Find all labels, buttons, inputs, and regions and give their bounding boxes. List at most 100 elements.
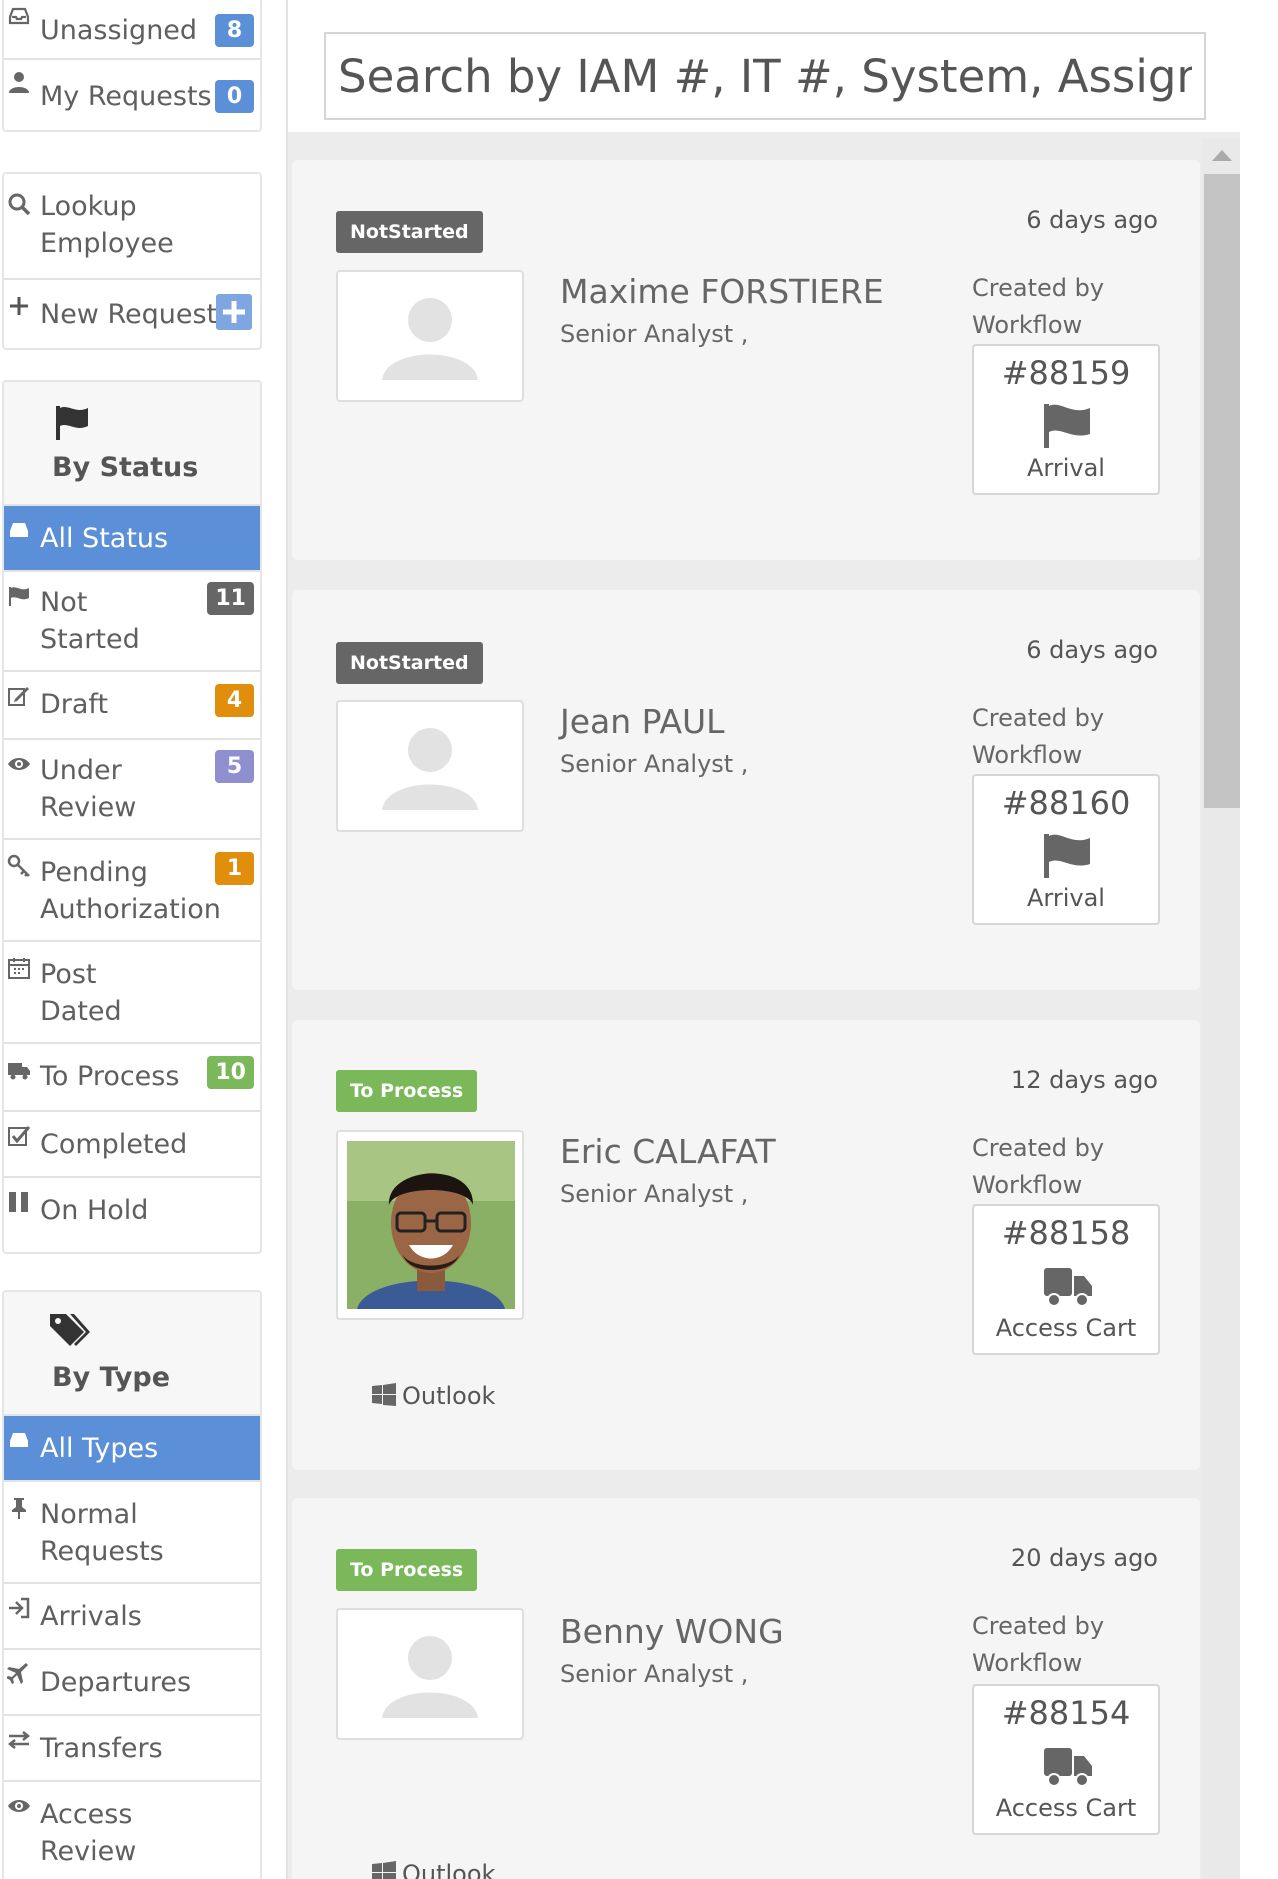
sidebar-item-arrivals[interactable]: Arrivals — [4, 1582, 260, 1648]
request-number-box[interactable]: #88154 Access Cart — [972, 1684, 1160, 1835]
request-type: Access Cart — [995, 1314, 1137, 1342]
created-by: Created by Workflow — [972, 274, 1105, 339]
employee-name[interactable]: Maxime FORSTIERE — [560, 272, 884, 311]
lookup-employee-button[interactable]: Lookup Employee — [4, 174, 260, 278]
request-number: #88158 — [1001, 1214, 1131, 1252]
status-badge: To Process — [336, 1070, 478, 1112]
user-icon — [7, 70, 31, 94]
request-number-box[interactable]: #88159 Arrival — [972, 344, 1160, 495]
sidebar-item-label: Transfers — [40, 1733, 163, 1764]
employee-name[interactable]: Benny WONG — [560, 1612, 784, 1651]
employee-photo — [347, 1141, 515, 1309]
sidebar-item-my-requests[interactable]: My Requests 0 — [4, 58, 260, 126]
created-by: Created by Workflow — [972, 704, 1105, 769]
request-card[interactable]: To Process 12 days ago Eric CALAFAT Seni… — [292, 1020, 1200, 1470]
sidebar-item-transfers[interactable]: Transfers — [4, 1714, 260, 1780]
sidebar-item-access-review[interactable]: Access Review — [4, 1780, 260, 1879]
sidebar-item-not-started[interactable]: Not Started 11 — [4, 570, 260, 670]
request-card[interactable]: To Process 20 days ago Benny WONG Senior… — [292, 1498, 1200, 1879]
status-badge: To Process — [336, 1549, 478, 1591]
page-gutter — [1240, 0, 1278, 1879]
count-badge: 0 — [215, 80, 254, 113]
sidebar-item-label: Normal Requests — [40, 1499, 164, 1567]
sidebar-item-label: To Process — [40, 1061, 180, 1092]
sidebar-item-under-review[interactable]: Under Review 5 — [4, 738, 260, 838]
pause-icon — [7, 1190, 31, 1214]
sidebar-item-all-status[interactable]: All Status — [4, 504, 260, 570]
truck-icon — [1042, 1262, 1094, 1310]
request-list-panel: NotStarted 6 days ago Maxime FORSTIERE S… — [286, 0, 1242, 1879]
request-number-box[interactable]: #88160 Arrival — [972, 774, 1160, 925]
application-tag[interactable]: Outlook — [372, 1382, 495, 1410]
request-type: Arrival — [1027, 454, 1105, 482]
sidebar-item-label: Access Review — [40, 1799, 137, 1867]
time-ago: 20 days ago — [1010, 1544, 1158, 1572]
user-placeholder-icon — [382, 728, 478, 810]
flag-icon — [7, 584, 31, 608]
sidebar-item-label: Pending Authorization — [40, 857, 221, 925]
sidebar-item-departures[interactable]: Departures — [4, 1648, 260, 1714]
employee-title: Senior Analyst , — [560, 320, 749, 348]
request-number-box[interactable]: #88158 Access Cart — [972, 1204, 1160, 1355]
key-icon — [7, 854, 31, 878]
sidebar-item-label: Post Dated — [40, 959, 122, 1027]
sidebar-item-normal-requests[interactable]: Normal Requests — [4, 1480, 260, 1582]
count-badge: 1 — [215, 852, 254, 885]
user-placeholder-icon — [382, 1636, 478, 1718]
employee-name[interactable]: Jean PAUL — [560, 702, 725, 741]
sidebar-item-label: Completed — [40, 1129, 188, 1160]
sidebar-item-to-process[interactable]: To Process 10 — [4, 1042, 260, 1110]
application-tag[interactable]: Outlook — [372, 1860, 495, 1879]
sidebar-item-label: My Requests — [40, 81, 212, 112]
status-group-title: By Status — [52, 452, 199, 483]
sidebar-item-pending-authorization[interactable]: Pending Authorization 1 — [4, 838, 260, 940]
sidebar-item-all-types[interactable]: All Types — [4, 1414, 260, 1480]
sidebar-item-label: All Types — [40, 1433, 159, 1464]
employee-name[interactable]: Eric CALAFAT — [560, 1132, 776, 1171]
sign-in-icon — [7, 1596, 31, 1620]
pin-icon — [7, 1496, 31, 1520]
inbox-icon — [7, 518, 31, 542]
sidebar-item-label: Arrivals — [40, 1601, 142, 1632]
status-badge: NotStarted — [336, 642, 483, 684]
count-badge: 10 — [207, 1056, 254, 1089]
sidebar-item-post-dated[interactable]: Post Dated — [4, 940, 260, 1042]
search-icon — [7, 192, 31, 216]
scroll-up-arrow-icon[interactable] — [1212, 150, 1232, 161]
request-card[interactable]: NotStarted 6 days ago Jean PAUL Senior A… — [292, 590, 1200, 990]
employee-title: Senior Analyst , — [560, 750, 749, 778]
add-box-icon — [216, 294, 252, 330]
avatar — [336, 1608, 524, 1740]
employee-title: Senior Analyst , — [560, 1180, 749, 1208]
search-bar — [288, 0, 1242, 132]
edit-icon — [7, 684, 31, 708]
sidebar-item-on-hold[interactable]: On Hold — [4, 1176, 260, 1242]
count-badge: 5 — [215, 750, 254, 783]
avatar — [336, 1130, 524, 1320]
sidebar-item-draft[interactable]: Draft 4 — [4, 670, 260, 738]
my-queue-group: Unassigned 8 My Requests 0 — [2, 0, 262, 132]
sidebar-item-completed[interactable]: Completed — [4, 1110, 260, 1176]
sidebar-item-unassigned[interactable]: Unassigned 8 — [4, 0, 260, 58]
scrollbar-thumb[interactable] — [1204, 174, 1240, 808]
request-card[interactable]: NotStarted 6 days ago Maxime FORSTIERE S… — [292, 160, 1200, 560]
sidebar-item-label: All Status — [40, 523, 169, 554]
sidebar-item-label: On Hold — [40, 1195, 149, 1226]
flag-icon — [1042, 832, 1094, 880]
sidebar-item-label: Draft — [40, 689, 109, 720]
truck-icon — [7, 1058, 31, 1082]
request-type: Access Cart — [995, 1794, 1137, 1822]
flag-icon — [50, 402, 94, 446]
sidebar-item-label: Under Review — [40, 755, 137, 823]
avatar — [336, 270, 524, 402]
inbox-icon — [7, 1428, 31, 1452]
sidebar: Unassigned 8 My Requests 0 Lookup Employ… — [0, 0, 264, 1879]
count-badge: 4 — [215, 684, 254, 717]
new-request-button[interactable]: New Request — [4, 278, 260, 346]
type-filter-group: By Type All Types Normal Requests Arriva… — [2, 1290, 262, 1879]
calendar-icon — [7, 956, 31, 980]
request-number: #88159 — [1001, 354, 1131, 392]
search-input[interactable] — [324, 32, 1206, 120]
new-request-label: New Request — [40, 299, 218, 330]
sidebar-item-label: Departures — [40, 1667, 192, 1698]
